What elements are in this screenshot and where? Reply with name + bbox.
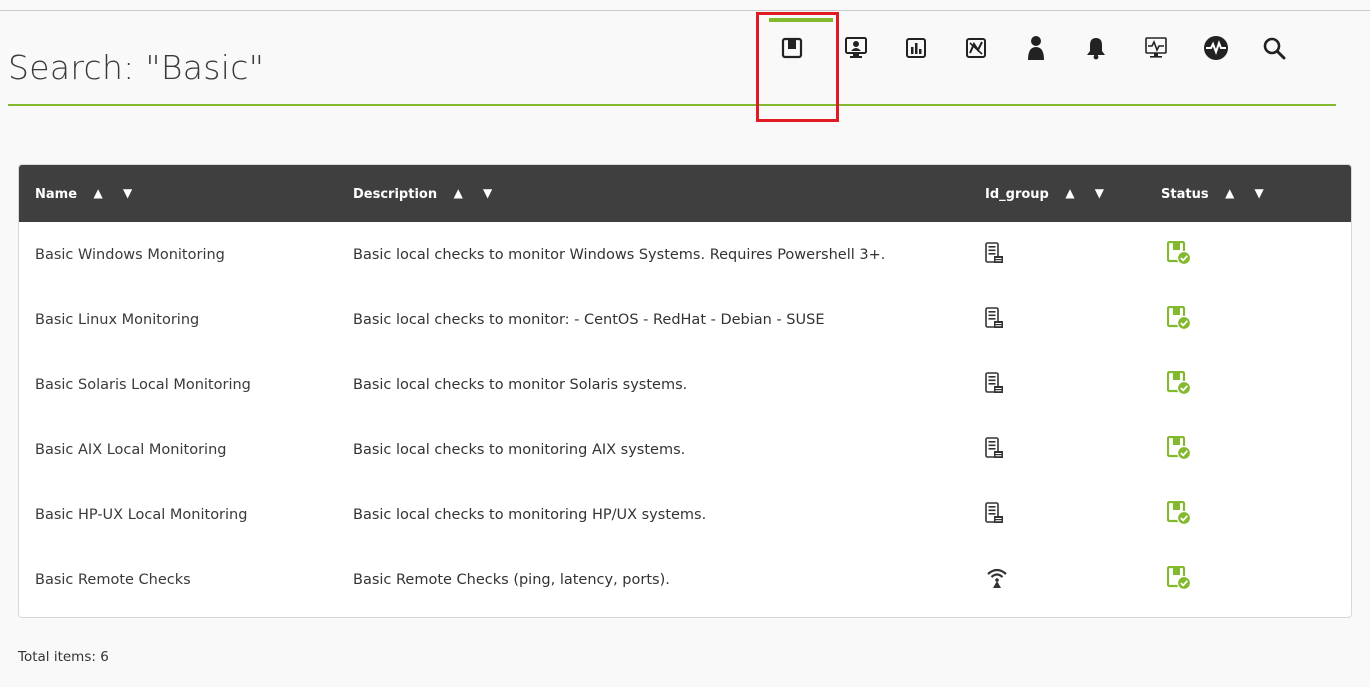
results-table: Name ▲ ▼ Description ▲ ▼ Id_group ▲ ▼ St…: [19, 165, 1351, 612]
tab-agents[interactable]: [836, 20, 876, 76]
table-row: Basic AIX Local Monitoring Basic local c…: [19, 417, 1351, 482]
sort-arrows-icon[interactable]: ▲ ▼: [454, 186, 501, 200]
results-table-container: Name ▲ ▼ Description ▲ ▼ Id_group ▲ ▼ St…: [18, 164, 1352, 618]
monitors-icon: [1145, 37, 1167, 58]
tab-module-templates[interactable]: [772, 20, 812, 76]
column-header-description: Description ▲ ▼: [353, 185, 501, 202]
tab-users[interactable]: [1016, 20, 1056, 76]
table-row: Basic Linux Monitoring Basic local check…: [19, 287, 1351, 352]
tab-reports[interactable]: [896, 20, 936, 76]
module-template-link[interactable]: Basic Remote Checks: [35, 572, 191, 588]
module-templates-icon: [781, 37, 803, 59]
graphs-icon: [966, 38, 986, 58]
status-ok-icon: [1166, 305, 1192, 330]
server-icon: [985, 501, 1003, 523]
status-ok-icon: [1166, 435, 1192, 460]
table-row: Basic Remote Checks Basic Remote Checks …: [19, 547, 1351, 612]
module-template-link[interactable]: Basic Solaris Local Monitoring: [35, 377, 251, 393]
top-divider: [0, 10, 1370, 11]
agents-icon: [845, 37, 867, 58]
status-ok-icon: [1166, 565, 1192, 590]
status-ok-icon: [1166, 500, 1192, 525]
row-description: Basic local checks to monitor Solaris sy…: [353, 376, 688, 393]
table-row: Basic Windows Monitoring Basic local che…: [19, 222, 1351, 287]
tab-alerts[interactable]: [1076, 20, 1116, 76]
row-description: Basic local checks to monitoring HP/UX s…: [353, 506, 707, 523]
alerts-icon: [1087, 38, 1105, 60]
column-header-name: Name ▲ ▼: [35, 185, 141, 202]
sort-arrows-icon[interactable]: ▲ ▼: [1065, 186, 1112, 200]
status-ok-icon: [1166, 370, 1192, 395]
row-description: Basic local checks to monitoring AIX sys…: [353, 441, 686, 458]
status-ok-icon: [1166, 240, 1192, 265]
module-template-link[interactable]: Basic HP-UX Local Monitoring: [35, 507, 247, 523]
server-icon: [985, 436, 1003, 458]
users-icon: [1028, 36, 1044, 60]
reports-icon: [906, 38, 926, 58]
tab-monitors[interactable]: [1136, 20, 1176, 76]
column-header-status: Status ▲ ▼: [1161, 185, 1272, 202]
tab-services[interactable]: [1196, 20, 1236, 76]
tab-graphs[interactable]: [956, 20, 996, 76]
server-icon: [985, 241, 1003, 263]
table-row: Basic Solaris Local Monitoring Basic loc…: [19, 352, 1351, 417]
antenna-icon: [987, 568, 1007, 588]
server-icon: [985, 371, 1003, 393]
column-header-id-group: Id_group ▲ ▼: [985, 185, 1113, 202]
row-description: Basic Remote Checks (ping, latency, port…: [353, 571, 670, 588]
module-template-link[interactable]: Basic Windows Monitoring: [35, 247, 225, 263]
total-items-count: Total items: 6: [18, 649, 109, 665]
module-template-link[interactable]: Basic Linux Monitoring: [35, 312, 199, 328]
search-icon: [1263, 37, 1286, 60]
page-title: Search: "Basic": [8, 48, 265, 87]
server-icon: [985, 306, 1003, 328]
row-description: Basic local checks to monitor Windows Sy…: [353, 246, 886, 263]
table-header-row: Name ▲ ▼ Description ▲ ▼ Id_group ▲ ▼ St…: [19, 165, 1351, 222]
services-icon: [1204, 36, 1228, 60]
tab-search[interactable]: [1254, 20, 1294, 76]
table-row: Basic HP-UX Local Monitoring Basic local…: [19, 482, 1351, 547]
row-description: Basic local checks to monitor: - CentOS …: [353, 311, 825, 328]
sort-arrows-icon[interactable]: ▲ ▼: [1225, 186, 1272, 200]
module-template-link[interactable]: Basic AIX Local Monitoring: [35, 442, 226, 458]
sort-arrows-icon[interactable]: ▲ ▼: [94, 186, 141, 200]
